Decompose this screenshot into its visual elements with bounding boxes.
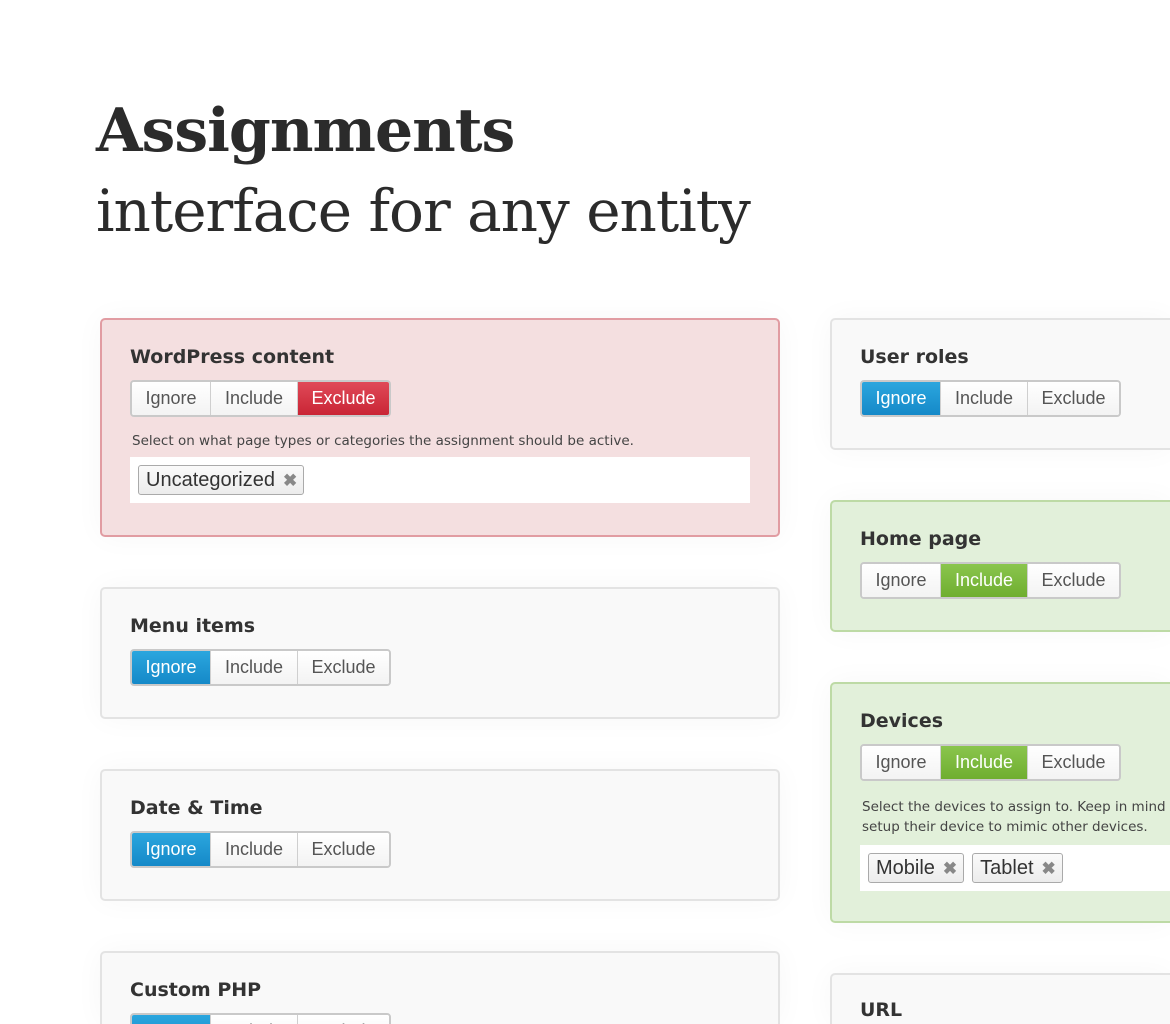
panel-title: WordPress content xyxy=(130,346,335,368)
ignore-button[interactable]: Ignore xyxy=(862,382,941,415)
panel-devices: Devices Ignore Include Exclude Select th… xyxy=(830,682,1170,923)
ignore-button[interactable]: Ignore xyxy=(132,1015,211,1024)
include-button[interactable]: Include xyxy=(941,564,1028,597)
include-button[interactable]: Include xyxy=(941,746,1028,779)
page-subtitle: interface for any entity xyxy=(96,177,751,245)
ignore-button[interactable]: Ignore xyxy=(862,746,941,779)
panel-title: Menu items xyxy=(130,615,256,637)
category-select-input[interactable]: Uncategorized ✖ xyxy=(130,457,750,503)
panel-description: Select the devices to assign to. Keep in… xyxy=(862,797,1170,837)
panel-date-time: Date & Time Ignore Include Exclude xyxy=(100,769,780,901)
ignore-button[interactable]: Ignore xyxy=(132,382,211,415)
exclude-button[interactable]: Exclude xyxy=(298,833,389,866)
exclude-button[interactable]: Exclude xyxy=(298,651,389,684)
tag-label: Mobile xyxy=(876,856,935,879)
panel-title: Devices xyxy=(860,710,944,732)
panel-title: Date & Time xyxy=(130,797,263,819)
assignment-toggle: Ignore Include Exclude xyxy=(130,831,391,868)
panel-title: URL xyxy=(860,999,903,1021)
exclude-button[interactable]: Exclude xyxy=(1028,746,1119,779)
panel-title: Home page xyxy=(860,528,982,550)
ignore-button[interactable]: Ignore xyxy=(132,651,211,684)
panel-menu-items: Menu items Ignore Include Exclude xyxy=(100,587,780,719)
panel-wordpress-content: WordPress content Ignore Include Exclude… xyxy=(100,318,780,537)
assignment-toggle: Ignore Include Exclude xyxy=(860,562,1121,599)
assignment-toggle: Ignore Include Exclude xyxy=(130,380,391,417)
include-button[interactable]: Include xyxy=(211,1015,298,1024)
include-button[interactable]: Include xyxy=(941,382,1028,415)
remove-tag-icon[interactable]: ✖ xyxy=(943,860,957,877)
include-button[interactable]: Include xyxy=(211,382,298,415)
include-button[interactable]: Include xyxy=(211,651,298,684)
exclude-button[interactable]: Exclude xyxy=(298,382,389,415)
ignore-button[interactable]: Ignore xyxy=(862,564,941,597)
assignment-toggle: Ignore Include Exclude xyxy=(130,649,391,686)
assignment-toggle: Ignore Include Exclude xyxy=(130,1013,391,1024)
device-select-input[interactable]: Mobile ✖ Tablet ✖ xyxy=(860,845,1170,891)
panel-description-line: setup their device to mimic other device… xyxy=(862,819,1148,835)
tag-mobile: Mobile ✖ xyxy=(868,853,965,883)
panel-description: Select on what page types or categories … xyxy=(132,433,634,449)
exclude-button[interactable]: Exclude xyxy=(1028,564,1119,597)
page-title: Assignments xyxy=(96,96,515,166)
assignment-toggle: Ignore Include Exclude xyxy=(860,380,1121,417)
tag-tablet: Tablet ✖ xyxy=(972,853,1063,883)
panel-custom-php: Custom PHP Ignore Include Exclude xyxy=(100,951,780,1024)
tag-label: Uncategorized xyxy=(146,468,275,491)
panel-url: URL xyxy=(830,973,1170,1024)
remove-tag-icon[interactable]: ✖ xyxy=(1042,860,1056,877)
tag-label: Tablet xyxy=(980,856,1034,879)
exclude-button[interactable]: Exclude xyxy=(298,1015,389,1024)
exclude-button[interactable]: Exclude xyxy=(1028,382,1119,415)
assignment-toggle: Ignore Include Exclude xyxy=(860,744,1121,781)
panel-home-page: Home page Ignore Include Exclude xyxy=(830,500,1170,632)
panel-description-line: Select the devices to assign to. Keep in… xyxy=(862,799,1170,815)
panel-title: Custom PHP xyxy=(130,979,262,1001)
include-button[interactable]: Include xyxy=(211,833,298,866)
remove-tag-icon[interactable]: ✖ xyxy=(283,472,297,489)
panel-user-roles: User roles Ignore Include Exclude xyxy=(830,318,1170,450)
panel-title: User roles xyxy=(860,346,969,368)
tag-uncategorized: Uncategorized ✖ xyxy=(138,465,305,495)
ignore-button[interactable]: Ignore xyxy=(132,833,211,866)
